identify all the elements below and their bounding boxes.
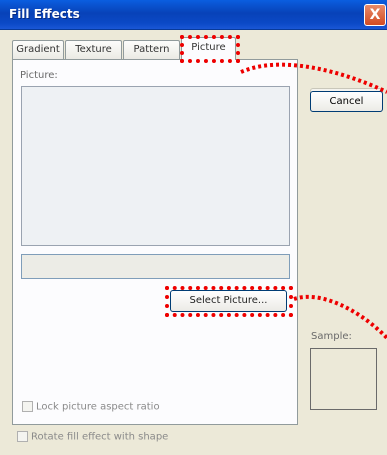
picture-label: Picture: [20, 70, 58, 81]
select-picture-highlight [165, 286, 293, 317]
rotate-fill-box [17, 431, 28, 442]
dialog-title: Fill Effects [9, 7, 80, 21]
rotate-fill-label: Rotate fill effect with shape [31, 431, 169, 443]
tab-gradient[interactable]: Gradient [12, 40, 64, 59]
cancel-button[interactable]: Cancel [310, 91, 383, 112]
lock-aspect-ratio-label: Lock picture aspect ratio [36, 401, 160, 413]
picture-tab-highlight [180, 35, 240, 63]
close-icon: X [369, 7, 381, 23]
close-button[interactable]: X [364, 4, 386, 26]
picture-tab-panel: Picture: Lock picture aspect ratio [12, 59, 298, 425]
picture-filename-field [21, 254, 290, 279]
lock-aspect-ratio-checkbox[interactable]: Lock picture aspect ratio [22, 401, 160, 413]
sample-preview [310, 348, 377, 410]
tab-texture[interactable]: Texture [65, 40, 122, 59]
rotate-fill-checkbox[interactable]: Rotate fill effect with shape [17, 431, 168, 443]
tab-pattern[interactable]: Pattern [123, 40, 180, 59]
lock-aspect-ratio-box [22, 401, 33, 412]
sample-label: Sample: [311, 331, 352, 342]
title-bar: Fill Effects X [0, 0, 387, 30]
picture-preview [21, 86, 290, 246]
